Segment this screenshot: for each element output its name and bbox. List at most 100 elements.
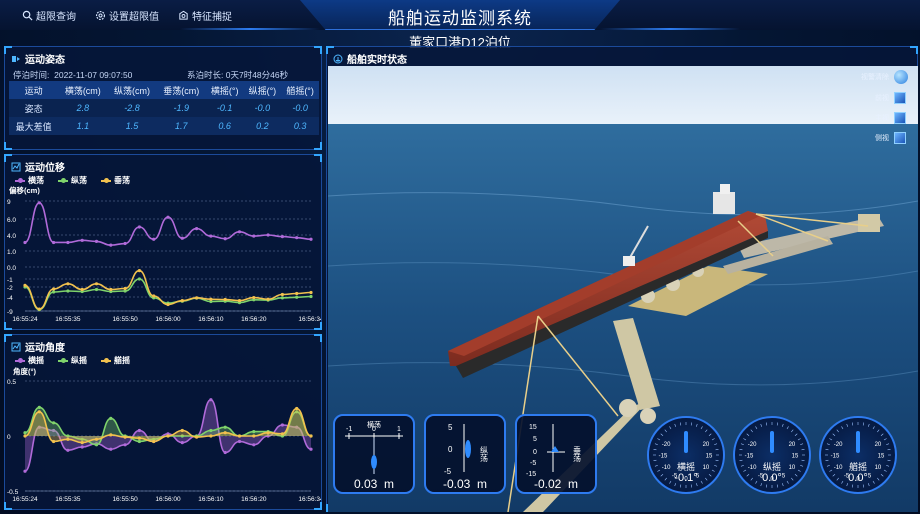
dial-tick-label: 15 [792,454,799,460]
table-cell: -1.9 [156,99,206,117]
legend-item[interactable]: 艏摇 [101,355,130,366]
gear-icon [95,10,106,21]
data-point [223,237,227,241]
table-cell: 0.6 [205,117,244,135]
title-underline-right [600,28,740,30]
dial-tick [887,448,891,451]
data-point [309,294,313,299]
tick-label: 0 [448,445,453,454]
stop-time-label: 停泊时间: [13,70,50,80]
dial-tick [841,426,844,430]
data-point [152,439,156,444]
data-point [166,302,170,307]
feature-capture-button[interactable]: 特征捕捉 [178,8,232,23]
data-point [295,406,299,411]
surge-gauge: 5 0 -5 纵荡 -0.03 m [424,414,506,494]
dial-tick [801,448,805,451]
yaw-value: 0.0° [848,472,868,484]
y-tick-label: 9 [7,199,11,206]
tick-label: -5 [444,467,452,476]
col-header: 横荡(cm) [58,81,108,99]
exceed-query-label: 超限查询 [36,12,76,23]
dial-tick [826,443,830,446]
y-tick-label: 0 [7,434,11,441]
attitude-panel: 运动姿态 停泊时间: 2022-11-07 09:07:50 系泊时长: 0天7… [4,46,322,150]
x-tick-label: 16:56:00 [155,316,181,323]
clear-view-button[interactable]: 视警清除 [861,70,908,84]
dial-tick-label: -20 [834,442,843,448]
dial-tick [794,433,798,436]
data-point [37,410,41,414]
series-line [24,201,312,246]
data-point [123,435,127,439]
table-cell: -0.1 [205,99,244,117]
dial-tick [653,448,657,451]
data-point [209,398,213,402]
stop-time-row: 停泊时间: 2022-11-07 09:07:50 [13,69,132,81]
exceed-query-button[interactable]: 超限查询 [22,8,76,23]
set-limit-button[interactable]: 设置超限值 [95,8,159,23]
legend-item[interactable]: 垂荡 [101,175,130,186]
legend-label: 纵荡 [71,176,87,185]
data-point [209,428,213,433]
data-point [295,291,299,296]
legend-item[interactable]: 纵摇 [58,355,87,366]
legend-item[interactable]: 纵荡 [58,175,87,186]
col-header: 艏摇(°) [281,81,319,99]
dial-tick [786,426,789,430]
data-point [195,435,199,439]
data-point [137,225,141,229]
data-point [252,295,256,300]
x-tick-label: 16:55:35 [55,496,81,503]
dial-tick-label: -20 [662,442,671,448]
dial-tick [851,422,854,426]
legend-item[interactable]: 横摇 [15,355,44,366]
legend-label: 纵摇 [71,356,87,365]
dial-tick [750,429,753,433]
tick-label: -1 [346,426,352,433]
data-point [52,290,56,294]
data-point [280,292,284,297]
data-point [37,201,41,205]
data-point [280,423,284,427]
search-icon [22,10,33,21]
sky [328,66,918,126]
data-point [237,299,242,303]
data-point [23,469,27,473]
data-point [52,240,56,245]
side-view-button[interactable]: 侧视 [875,132,906,144]
dial-tick [690,484,693,488]
front-view-button[interactable]: 前视 [875,92,906,104]
data-point [37,405,41,409]
data-point [166,434,170,438]
dial-needle [770,431,774,453]
dial-tick [797,438,801,441]
data-point [94,287,99,292]
data-point [295,295,299,299]
main-view-button[interactable]: 主视 [875,112,906,124]
side-view-label: 侧视 [875,135,889,142]
dial-tick [695,423,698,427]
data-point [123,286,127,291]
dial-tick [829,438,833,441]
data-point [66,289,70,293]
dial-tick [765,422,768,426]
data-point [123,443,127,447]
dial-tick [825,448,829,451]
data-point [223,450,227,455]
dial-tick [776,422,779,426]
front-view-label: 前视 [875,95,889,102]
dial-tick [862,484,865,488]
yaw-dial: -10 -5 0 5 10 -15 15 -20 20 艏摇 0.0° [819,416,897,494]
dial-tick [781,423,784,427]
x-tick-label: 16:56:00 [155,496,181,503]
sphere-icon [894,70,908,84]
data-point [94,282,99,286]
chart-icon [11,342,21,351]
dial-tick-label: -20 [748,442,757,448]
data-point [237,230,242,234]
moor-duration-row: 系泊时长: 0天7时48分46秒 [187,69,288,81]
sway-value: 0.03 m [353,477,395,491]
dial-tick [664,429,667,433]
data-point [280,432,284,436]
